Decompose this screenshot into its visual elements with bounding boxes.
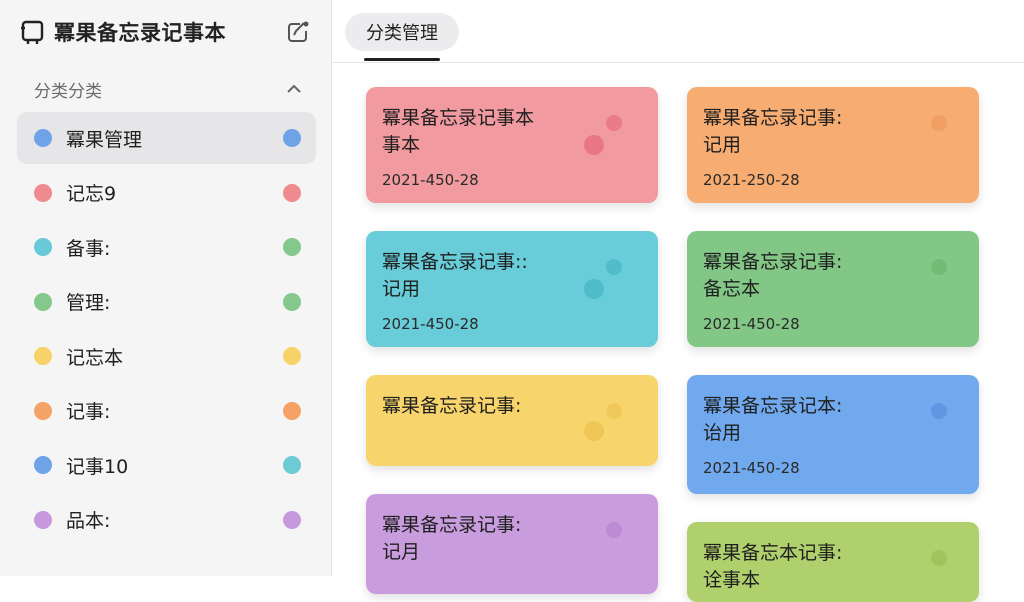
- sidebar-item-category[interactable]: 记事10: [17, 439, 316, 491]
- note-title: 冪果备忘录记事:: 记用: [382, 251, 528, 300]
- category-color-dot: [34, 347, 52, 365]
- category-tag-dot: [283, 129, 301, 147]
- note-title: 冪果备忘录记本: 诒用: [703, 395, 843, 444]
- category-tag-dot: [283, 510, 301, 529]
- app-header: 冪果备忘录记事本: [20, 16, 312, 48]
- note-tag-dot: [606, 259, 622, 275]
- category-color-dot: [34, 238, 52, 256]
- sidebar-item-category[interactable]: 记事:: [17, 385, 316, 437]
- tab-category-management[interactable]: 分类管理: [345, 13, 459, 51]
- note-tag-dot: [931, 115, 947, 131]
- category-label: 冪果管理: [66, 128, 143, 151]
- note-card[interactable]: 冪果备忘本记事: 诠事本: [687, 522, 979, 602]
- tab-underline: [364, 58, 440, 61]
- sidebar-item-category[interactable]: 备事:: [17, 221, 316, 273]
- category-label: 记忘本: [66, 346, 124, 369]
- note-card[interactable]: 冪果备忘录记事: 记月: [366, 494, 658, 594]
- note-tag-dot: [606, 522, 622, 538]
- note-title: 冪果备忘录记事: 备忘本: [703, 251, 843, 300]
- sidebar-item-category[interactable]: 冪果管理: [17, 112, 316, 164]
- sidebar-item-category[interactable]: 记忘本: [17, 330, 316, 382]
- category-tag-dot: [283, 456, 301, 474]
- category-tag-dot: [283, 183, 301, 202]
- category-tag-dot: [283, 292, 301, 311]
- section-title: 分类分类: [34, 81, 102, 102]
- category-color-dot: [34, 129, 52, 147]
- note-card[interactable]: 冪果备忘录记事: 备忘本 2021-450-28: [687, 231, 979, 347]
- category-tag-dot: [283, 401, 301, 420]
- note-title: 冪果备忘本记事: 诠事本: [703, 542, 843, 591]
- sidebar-item-category[interactable]: 品本:: [17, 494, 316, 546]
- tab-bar: 分类管理: [332, 0, 1024, 63]
- category-color-dot: [34, 510, 52, 529]
- sidebar-item-category[interactable]: 记忘9: [17, 167, 316, 219]
- category-color-dot: [34, 401, 52, 420]
- category-color-dot: [34, 456, 52, 474]
- note-title: 冪果备忘录记事本 事本: [382, 107, 535, 156]
- note-tag-dot: [931, 259, 947, 275]
- note-tag-dot: [931, 550, 947, 566]
- new-note-icon: [288, 21, 309, 42]
- sidebar-item-category[interactable]: 管理:: [17, 276, 316, 328]
- note-date: 2021-450-28: [703, 459, 800, 477]
- note-card[interactable]: 冪果备忘录记事:: [366, 375, 658, 466]
- category-tag-dot: [283, 238, 301, 256]
- category-label: 品本:: [66, 510, 111, 532]
- note-card[interactable]: 冪果备忘录记本: 诒用 2021-450-28: [687, 375, 979, 494]
- note-tag-dot: [584, 135, 604, 155]
- new-note-button[interactable]: [284, 18, 312, 46]
- category-label: 记事10: [66, 455, 129, 478]
- note-tag-dot: [931, 403, 947, 419]
- category-label: 管理:: [66, 292, 111, 314]
- note-tag-dot: [606, 403, 622, 419]
- note-tag-dot: [584, 279, 604, 299]
- category-color-dot: [34, 292, 52, 311]
- app-title: 冪果备忘录记事本: [54, 21, 226, 45]
- category-list: 冪果管理记忘9 备事: 管理: 记忘本记事: 记事10 品本:: [17, 112, 316, 548]
- category-label: 记事:: [66, 401, 111, 423]
- note-date: 2021-450-28: [382, 171, 479, 189]
- note-card[interactable]: 冪果备忘录记事:: 记用2021-450-28: [366, 231, 658, 347]
- chevron-up-icon[interactable]: [284, 79, 304, 99]
- note-card[interactable]: 冪果备忘录记事本 事本 2021-450-28: [366, 87, 658, 203]
- category-color-dot: [34, 183, 52, 202]
- category-label: 记忘9: [66, 183, 117, 205]
- notebook-icon: [20, 19, 46, 45]
- note-date: 2021-450-28: [703, 315, 800, 333]
- note-date: 2021-250-28: [703, 171, 800, 189]
- note-card[interactable]: 冪果备忘录记事: 记用 2021-250-28: [687, 87, 979, 203]
- note-title: 冪果备忘录记事: 记用: [703, 107, 843, 156]
- note-tag-dot: [606, 115, 622, 131]
- note-title: 冪果备忘录记事: 记月: [382, 514, 522, 563]
- note-title: 冪果备忘录记事:: [382, 395, 522, 417]
- sidebar: 冪果备忘录记事本 分类分类 冪果管理记忘9 备事: 管理: 记忘本记事: 记事10 品本:: [0, 0, 332, 576]
- note-date: 2021-450-28: [382, 315, 479, 333]
- category-tag-dot: [283, 347, 301, 365]
- category-section-header[interactable]: 分类分类: [34, 74, 304, 104]
- category-label: 备事:: [66, 237, 111, 260]
- note-tag-dot: [584, 421, 604, 441]
